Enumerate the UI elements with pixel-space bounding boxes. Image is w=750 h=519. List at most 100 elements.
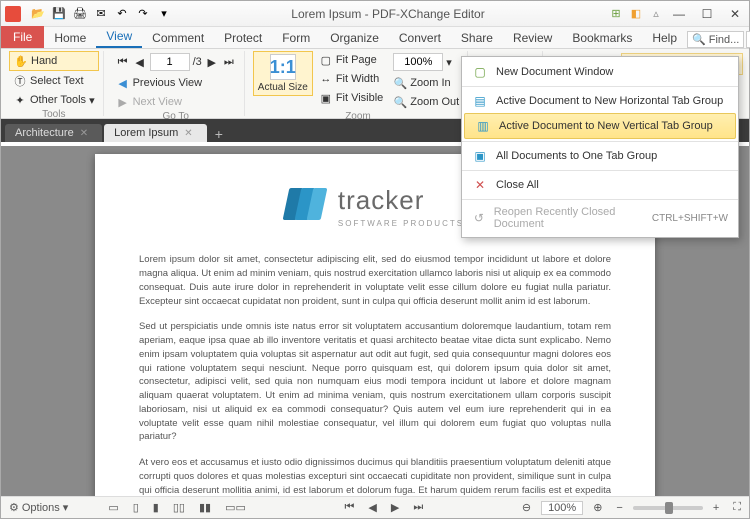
page-input[interactable] [150,53,190,71]
document-tabs-menu: ▢New Document Window ▤Active Document to… [461,56,739,238]
text-cursor-icon: Ⓣ [13,74,27,88]
add-tab-button[interactable]: + [209,126,229,142]
last-page-icon[interactable]: ⏭ [222,55,236,69]
options-button[interactable]: ⚙Options ▾ [5,500,72,515]
fit-visible[interactable]: ▣Fit Visible [315,89,387,107]
horizontal-split-icon: ▤ [472,93,488,109]
close-all-icon: ✕ [472,177,488,193]
tab-protect[interactable]: Protect [214,28,272,48]
zoom-input[interactable] [393,53,443,71]
paragraph: Sed ut perspiciatis unde omnis iste natu… [139,320,611,444]
menu-vertical-group[interactable]: ▥Active Document to New Vertical Tab Gro… [464,113,736,139]
close-tab-icon[interactable]: ✕ [80,128,88,139]
tab-bookmarks[interactable]: Bookmarks [562,28,642,48]
sb-first-page[interactable]: ⏮ [340,500,358,515]
redo-icon[interactable]: ↷ [134,5,152,23]
logo-text: tracker [338,182,464,220]
sb-layout-icon[interactable]: ▯ [129,500,143,515]
group-goto-label: Go To [112,111,240,124]
sb-zoom-in[interactable]: ⊕ [589,500,606,515]
find-button[interactable]: 🔍Find... [687,31,744,48]
minimize-ribbon-icon[interactable]: ▵ [647,5,665,23]
find-icon: 🔍 [692,33,706,46]
open-icon[interactable]: 📂 [29,5,47,23]
sb-continuous-icon[interactable]: ▮▮ [195,500,215,515]
email-icon[interactable]: ✉ [92,5,110,23]
first-page-icon[interactable]: ⏮ [116,55,130,69]
zoom-in[interactable]: 🔍Zoom In [389,74,463,92]
sb-bookmarks-icon[interactable]: ▭ [104,500,122,515]
tab-help[interactable]: Help [642,28,687,48]
file-tab[interactable]: File [1,26,44,48]
zoom-slider-thumb[interactable] [665,502,673,514]
doc-tab-architecture[interactable]: Architecture✕ [5,124,102,142]
sb-facing-icon[interactable]: ▯▯ [169,500,189,515]
status-bar: ⚙Options ▾ ▭ ▯ ▮ ▯▯ ▮▮ ▭▭ ⏮ ◀ ▶ ⏭ ⊖ 100%… [1,496,749,518]
maximize-button[interactable]: ☐ [693,3,721,25]
save-icon[interactable]: 💾 [50,5,68,23]
sb-last-page[interactable]: ⏭ [409,500,427,515]
menu-new-window[interactable]: ▢New Document Window [462,60,738,84]
tab-review[interactable]: Review [503,28,562,48]
actual-size-button[interactable]: 1:1 Actual Size [253,51,313,96]
tab-form[interactable]: Form [272,28,320,48]
hand-tool[interactable]: ✋Hand [9,51,99,71]
menu-all-one-group[interactable]: ▣All Documents to One Tab Group [462,141,738,168]
other-tools[interactable]: ✦Other Tools ▾ [9,91,99,109]
next-page-icon[interactable]: ▶ [205,55,219,69]
fit-page[interactable]: ▢Fit Page [315,51,387,69]
undo-icon[interactable]: ↶ [113,5,131,23]
sb-book-icon[interactable]: ▭▭ [221,500,250,515]
tab-share[interactable]: Share [451,28,503,48]
ui-options-icon[interactable]: ⊞ [607,5,625,23]
select-text-tool[interactable]: ⓉSelect Text [9,72,99,90]
fit-page-icon: ▢ [319,53,333,67]
sb-zoom-out[interactable]: ⊖ [518,500,535,515]
window-title: Lorem Ipsum - PDF-XChange Editor [173,7,603,21]
logo-mark-icon [286,188,328,224]
print-icon[interactable]: 🖨 [71,5,89,23]
sb-zoom-minus[interactable]: − [612,501,626,515]
sb-zoom-value[interactable]: 100% [541,501,583,515]
fit-width[interactable]: ↔Fit Width [315,70,387,88]
qat-dropdown-icon[interactable]: ▾ [155,5,173,23]
next-view-icon: ▶ [116,95,130,109]
zoom-out-icon: 🔍 [393,95,407,109]
doc-tab-lorem[interactable]: Lorem Ipsum✕ [104,124,207,142]
zoom-slider[interactable] [633,506,703,510]
sb-fullscreen-icon[interactable]: ⛶ [729,500,745,515]
tab-home[interactable]: Home [44,28,96,48]
tab-convert[interactable]: Convert [389,28,451,48]
close-tab-icon[interactable]: ✕ [184,128,192,139]
new-window-icon: ▢ [472,64,488,80]
minimize-button[interactable]: — [665,3,693,25]
search-button[interactable]: 🔍Search... [746,31,750,48]
tab-comment[interactable]: Comment [142,28,214,48]
menu-reopen-closed: ↺Reopen Recently Closed DocumentCTRL+SHI… [462,199,738,234]
group-zoom-label: Zoom [253,111,463,124]
quick-access-toolbar: 📂 💾 🖨 ✉ ↶ ↷ ▾ [25,5,173,23]
sb-thumbnails-icon[interactable]: ▮ [149,500,163,515]
hand-icon: ✋ [14,54,28,68]
prev-page-icon[interactable]: ◀ [133,55,147,69]
previous-view[interactable]: ◀Previous View [112,74,240,92]
tools-icon: ✦ [13,93,27,107]
zoom-out[interactable]: 🔍Zoom Out [389,93,463,111]
next-view[interactable]: ▶Next View [112,93,240,111]
sb-prev-page[interactable]: ◀ [364,500,380,515]
sb-zoom-plus[interactable]: + [709,501,723,515]
page-nav[interactable]: ⏮ ◀ /3 ▶ ⏭ [112,51,240,73]
close-button[interactable]: ✕ [721,3,749,25]
reopen-icon: ↺ [472,210,486,226]
menu-close-all[interactable]: ✕Close All [462,170,738,197]
launch-icon[interactable]: ◧ [627,5,645,23]
menu-horizontal-group[interactable]: ▤Active Document to New Horizontal Tab G… [462,86,738,113]
tab-organize[interactable]: Organize [320,28,389,48]
tab-view[interactable]: View [96,26,142,48]
paragraph: At vero eos et accusamus et iusto odio d… [139,456,611,496]
logo-subtitle: SOFTWARE PRODUCTS [338,218,464,230]
gear-icon: ⚙ [9,501,19,514]
fit-visible-icon: ▣ [319,91,333,105]
zoom-combo[interactable]: ▾ [389,51,463,73]
sb-next-page[interactable]: ▶ [387,500,403,515]
